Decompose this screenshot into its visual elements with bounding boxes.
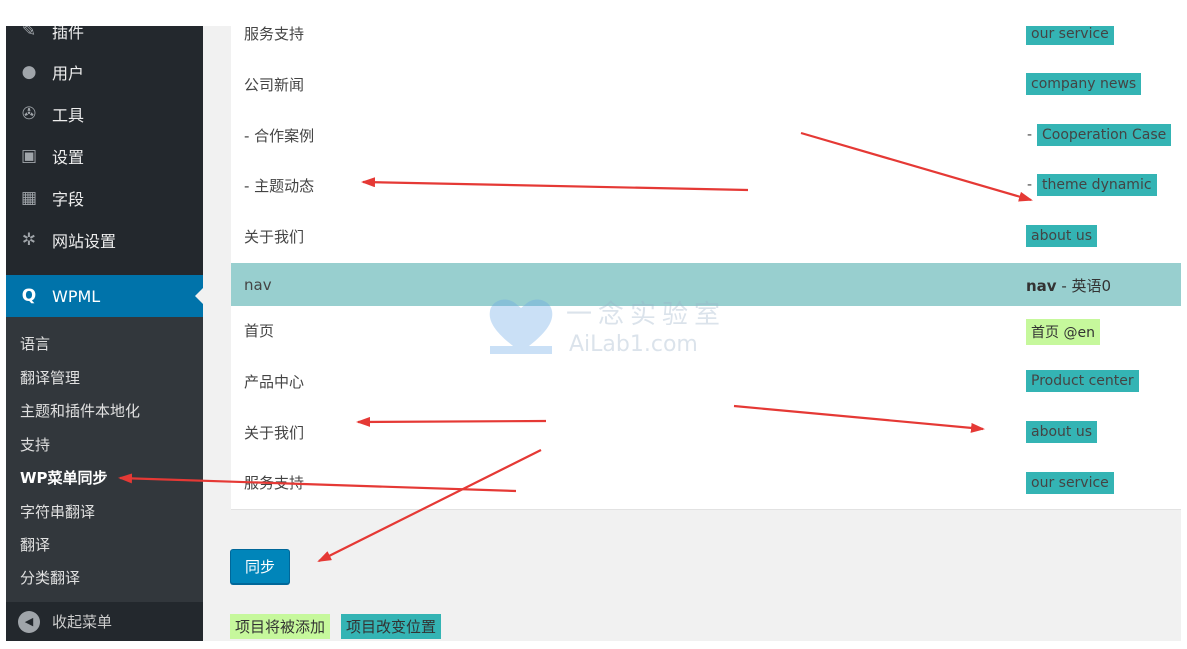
arrow-to-zhuti-dongtai — [361, 177, 749, 192]
screenshot-canvas: ✎ 插件 ● 用户 ✇ 工具 ▣ 设置 ▦ 字段 ✲ 网站设置 Q WPML 语… — [6, 26, 1181, 641]
arrow-to-wp-menu-sync — [118, 473, 517, 493]
arrow-to-about-us-cn — [356, 416, 547, 427]
annotation-arrows — [118, 131, 1033, 562]
arrow-to-sync-button — [317, 449, 542, 562]
arrow-to-about-us-en — [733, 404, 985, 433]
arrow-to-theme-dynamic — [800, 131, 1033, 202]
